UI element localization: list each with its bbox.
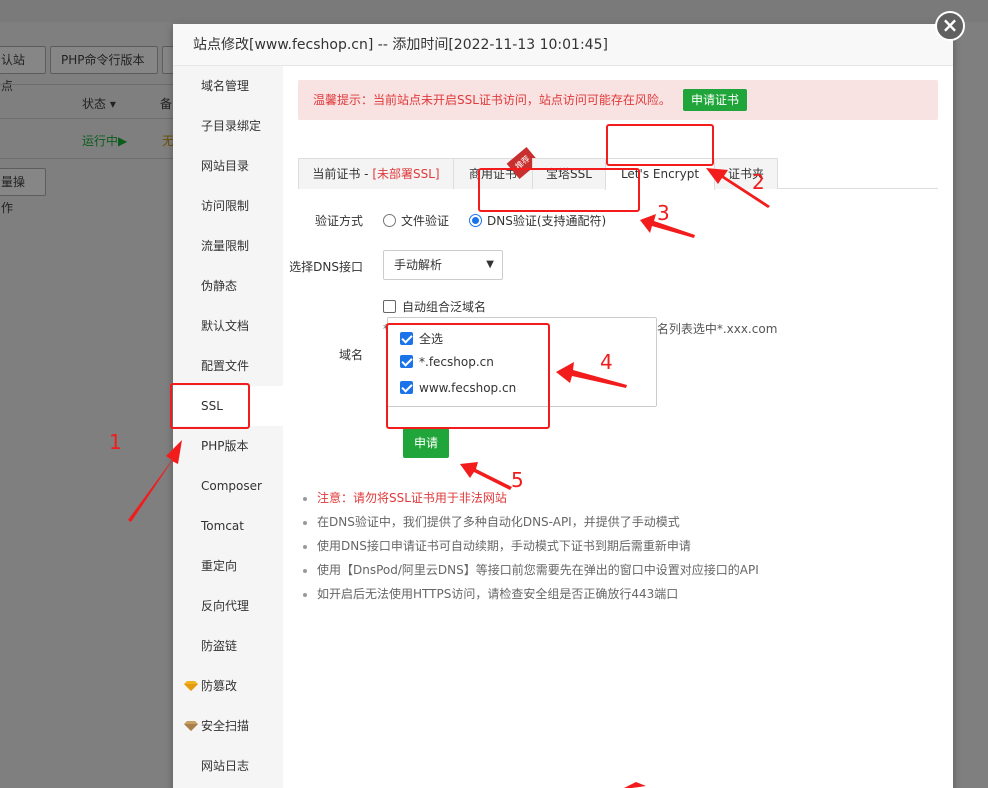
annotation-arrow-2 [706,168,770,208]
annotation-arrow-5 [460,462,512,490]
annotation-arrow-4 [556,362,627,388]
annotation-arrow-1 [128,440,182,522]
annotation-arrows [128,168,770,788]
annotation-arrow-3 [640,214,695,238]
annotation-arrow-partial [624,782,646,788]
